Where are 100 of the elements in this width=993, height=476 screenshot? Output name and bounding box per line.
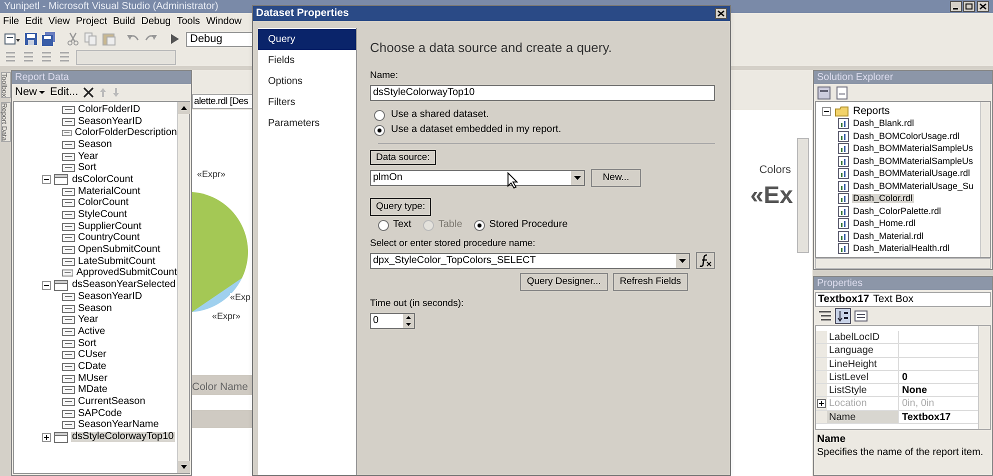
new-button[interactable]: New: [15, 87, 46, 98]
folder-item[interactable]: Reports: [853, 106, 890, 116]
radio-label[interactable]: Text: [393, 220, 412, 230]
report-file-item[interactable]: Dash_BOMMaterialSampleUs: [852, 156, 974, 166]
field-item[interactable]: Sort: [78, 163, 96, 174]
report-file-item[interactable]: Dash_BOMColorUsage.rdl: [852, 132, 961, 141]
alphabetical-icon[interactable]: [835, 308, 851, 324]
scroll-up-icon[interactable]: [178, 102, 190, 114]
save-icon[interactable]: [24, 32, 38, 46]
radio-button[interactable]: [378, 220, 389, 230]
menu-item[interactable]: View: [48, 16, 70, 26]
expression-textbox[interactable]: «Exp: [230, 293, 251, 302]
field-item[interactable]: Active: [78, 326, 106, 337]
report-file-item[interactable]: Dash_BOMMaterialUsage.rdl: [852, 169, 972, 178]
expression-textbox[interactable]: «Expr»: [197, 170, 226, 179]
report-file-item[interactable]: Dash_BOMMaterialSampleUs: [852, 144, 974, 154]
object-combo[interactable]: Textbox17 Text Box: [815, 292, 991, 307]
radio-label[interactable]: Use a dataset embedded in my report.: [391, 125, 562, 135]
scrollbar[interactable]: [177, 102, 189, 473]
expression-textbox[interactable]: «Ex: [750, 184, 793, 208]
report-file-item[interactable]: Dash_Blank.rdl: [852, 119, 916, 128]
categorized-icon[interactable]: [818, 309, 832, 323]
field-item[interactable]: MaterialCount: [78, 186, 140, 197]
expression-textbox[interactable]: «Expr»: [212, 312, 241, 321]
field-item[interactable]: StyleCount: [78, 210, 127, 220]
scrollbar[interactable]: [978, 326, 990, 429]
dataset-item[interactable]: dsColorCount: [71, 174, 134, 185]
nav-item[interactable]: Parameters: [258, 113, 356, 134]
scroll-down-icon[interactable]: [178, 461, 190, 473]
radio-label[interactable]: Use a shared dataset.: [391, 110, 489, 120]
scrollbar[interactable]: [797, 138, 809, 253]
radio-button[interactable]: [474, 220, 486, 230]
property-name[interactable]: LabelLocID: [827, 331, 899, 344]
menu-item[interactable]: Build: [112, 16, 136, 26]
field-item[interactable]: CurrentSeason: [78, 397, 146, 408]
close-button[interactable]: [715, 8, 727, 19]
file-icon[interactable]: [835, 86, 849, 100]
nav-item[interactable]: Options: [258, 71, 356, 92]
scrollbar[interactable]: [815, 258, 991, 269]
report-file-item[interactable]: Dash_BOMMaterialUsage_Su: [852, 182, 975, 191]
report-file-item[interactable]: Dash_MaterialHealth.rdl: [852, 244, 951, 254]
nav-item[interactable]: Filters: [258, 92, 356, 113]
expression-button[interactable]: [696, 252, 715, 269]
field-item[interactable]: Year: [78, 315, 98, 326]
dialog-button[interactable]: Query Designer...: [520, 273, 608, 291]
property-value[interactable]: Textbox17: [899, 410, 978, 424]
save-all-icon[interactable]: [42, 32, 56, 46]
field-item[interactable]: Season: [78, 140, 112, 150]
menu-item[interactable]: Debug: [141, 16, 171, 26]
property-name[interactable]: ListStyle: [827, 384, 899, 396]
dataset-item[interactable]: dsSeasonYearSelected: [71, 280, 177, 290]
edit-button[interactable]: Edit...: [50, 87, 78, 98]
procedure-combo[interactable]: dpx_StyleColor_TopColors_SELECT: [370, 252, 690, 268]
report-file-item[interactable]: Dash_Color.rdl: [852, 194, 914, 204]
property-value[interactable]: 0: [899, 370, 978, 384]
field-item[interactable]: MDate: [78, 385, 108, 396]
radio-button[interactable]: [374, 124, 385, 136]
field-item[interactable]: SAPCode: [78, 408, 122, 419]
field-item[interactable]: ColorCount: [78, 198, 129, 208]
collapse-icon[interactable]: [42, 280, 51, 290]
new-project-icon[interactable]: [4, 32, 20, 46]
report-file-item[interactable]: Dash_Home.rdl: [852, 219, 917, 228]
dataset-item[interactable]: dsStyleColorwayTop10: [71, 432, 175, 442]
radio-label[interactable]: Stored Procedure: [489, 220, 568, 230]
timeout-spinner[interactable]: 0: [370, 312, 415, 328]
field-item[interactable]: Sort: [78, 338, 96, 349]
field-item[interactable]: LateSubmitCount: [78, 256, 156, 267]
property-name[interactable]: Language: [827, 344, 899, 357]
properties-icon[interactable]: [817, 86, 831, 100]
field-item[interactable]: CUser: [78, 350, 106, 360]
property-name[interactable]: ListLevel: [827, 370, 899, 384]
menu-item[interactable]: Tools: [176, 16, 200, 26]
field-item[interactable]: Season: [78, 304, 112, 314]
property-pages-icon[interactable]: [854, 309, 868, 323]
field-item[interactable]: SeasonYearName: [78, 420, 159, 430]
field-item[interactable]: SeasonYearID: [78, 116, 142, 127]
report-file-item[interactable]: Dash_ColorPalette.rdl: [852, 206, 942, 216]
radio-button[interactable]: [374, 110, 385, 120]
report-file-item[interactable]: Dash_Material.rdl: [852, 232, 925, 241]
menu-item[interactable]: Project: [76, 16, 107, 26]
collapse-icon[interactable]: [42, 175, 51, 184]
field-item[interactable]: Year: [78, 152, 98, 162]
field-item[interactable]: ColorFolderDescription: [74, 128, 177, 138]
scrollbar[interactable]: [980, 102, 990, 257]
name-field[interactable]: dsStyleColorwayTop10: [370, 84, 715, 100]
nav-item[interactable]: Query: [258, 29, 356, 50]
field-item[interactable]: ApprovedSubmitCount: [76, 268, 177, 278]
menu-item[interactable]: File: [3, 16, 20, 26]
property-value[interactable]: None: [899, 384, 978, 396]
field-item[interactable]: CDate: [78, 362, 106, 372]
data-source-combo[interactable]: plmOn: [370, 170, 585, 186]
dialog-button[interactable]: Refresh Fields: [612, 273, 688, 291]
property-name[interactable]: LineHeight: [827, 358, 899, 370]
maximize-button[interactable]: [963, 1, 975, 12]
nav-item[interactable]: Fields: [258, 50, 356, 71]
close-button[interactable]: [977, 1, 989, 12]
field-item[interactable]: SeasonYearID: [78, 292, 142, 302]
new-data-source-button[interactable]: New...: [591, 169, 641, 187]
field-item[interactable]: SupplierCount: [78, 222, 142, 232]
property-name[interactable]: Name: [827, 410, 899, 424]
